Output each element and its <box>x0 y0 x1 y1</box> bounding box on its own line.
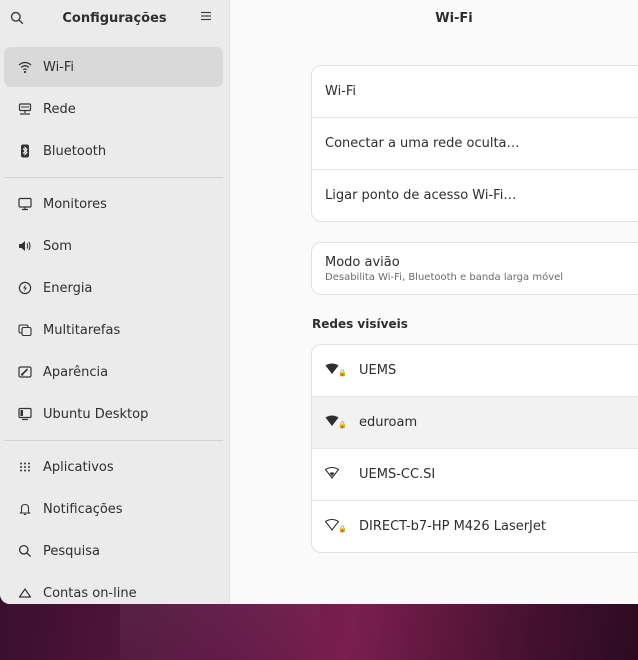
wifi-toggle-label: Wi-Fi <box>325 84 357 99</box>
sidebar-item-multitarefas[interactable]: Multitarefas <box>4 310 223 350</box>
hidden-network-label: Conectar a uma rede oculta… <box>325 136 520 151</box>
search-icon[interactable] <box>10 11 26 27</box>
sidebar-item-monitores[interactable]: Monitores <box>4 184 223 224</box>
sidebar-item-label: Som <box>43 238 72 254</box>
appearance-icon <box>16 363 34 381</box>
search-icon <box>16 542 34 560</box>
hamburger-menu-icon[interactable] <box>200 10 216 26</box>
hotspot-label: Ligar ponto de acesso Wi-Fi… <box>325 188 517 203</box>
wifi-icon <box>16 58 34 76</box>
sidebar-item-aplicativos[interactable]: Aplicativos <box>4 447 223 487</box>
network-name: UEMS-CC.SI <box>359 467 436 482</box>
speaker-icon <box>16 237 34 255</box>
bell-icon <box>16 500 34 518</box>
network-row[interactable]: 🔒 UEMS <box>312 345 638 397</box>
wifi-signal-strong-locked-icon: 🔒 <box>325 415 347 431</box>
sidebar-item-label: Monitores <box>43 196 107 212</box>
multitasking-icon <box>16 321 34 339</box>
sidebar-item-notificacoes[interactable]: Notificações <box>4 489 223 529</box>
sidebar-item-contas-online[interactable]: Contas on-line <box>4 573 223 604</box>
network-name: UEMS <box>359 363 397 378</box>
sidebar-item-label: Aparência <box>43 364 109 380</box>
wifi-page: Wi-Fi Wi-Fi Conectar a uma rede oculta… … <box>230 0 638 604</box>
monitor-icon <box>16 195 34 213</box>
sidebar-item-label: Notificações <box>43 501 123 517</box>
sidebar-item-label: Aplicativos <box>43 459 114 475</box>
sidebar-divider <box>4 177 223 178</box>
bluetooth-icon <box>16 142 34 160</box>
sidebar-header: Configurações <box>0 0 229 40</box>
sidebar-item-som[interactable]: Som <box>4 226 223 266</box>
sidebar-item-label: Wi-Fi <box>43 59 75 75</box>
airplane-mode-label: Modo avião <box>325 254 400 270</box>
sidebar-list: Wi-Fi Rede Bluetooth Monitores Som Energ… <box>0 47 229 604</box>
sidebar-item-label: Energia <box>43 280 93 296</box>
hidden-network-row[interactable]: Conectar a uma rede oculta… <box>312 118 638 170</box>
visible-networks-heading: Redes visíveis <box>312 317 408 331</box>
network-name: eduroam <box>359 415 418 430</box>
sidebar-item-label: Pesquisa <box>43 543 100 559</box>
sidebar-item-rede[interactable]: Rede <box>4 89 223 129</box>
sidebar-item-label: Rede <box>43 101 76 117</box>
sidebar-item-label: Ubuntu Desktop <box>43 406 149 422</box>
sidebar-item-energia[interactable]: Energia <box>4 268 223 308</box>
hotspot-row[interactable]: Ligar ponto de acesso Wi-Fi… <box>312 170 638 221</box>
power-icon <box>16 279 34 297</box>
sidebar-item-pesquisa[interactable]: Pesquisa <box>4 531 223 571</box>
sidebar-item-label: Bluetooth <box>43 143 107 159</box>
sidebar-item-label: Multitarefas <box>43 322 121 338</box>
desktop-wallpaper <box>0 600 638 660</box>
airplane-mode-row[interactable]: Modo avião Desabilita Wi-Fi, Bluetooth e… <box>312 243 638 294</box>
sidebar: Configurações Wi-Fi Rede Bluetooth Monit… <box>0 0 230 604</box>
network-row[interactable]: UEMS-CC.SI <box>312 449 638 501</box>
sidebar-item-wifi[interactable]: Wi-Fi <box>4 47 223 87</box>
airplane-mode-description: Desabilita Wi-Fi, Bluetooth e banda larg… <box>325 271 564 283</box>
sidebar-title: Configurações <box>62 11 167 26</box>
network-icon <box>16 100 34 118</box>
wifi-toggle-row[interactable]: Wi-Fi <box>312 66 638 118</box>
apps-grid-icon <box>16 458 34 476</box>
network-row[interactable]: 🔒 DIRECT-b7-HP M426 LaserJet <box>312 501 638 552</box>
cloud-icon <box>16 584 34 602</box>
airplane-mode-card: Modo avião Desabilita Wi-Fi, Bluetooth e… <box>312 243 638 294</box>
networks-list: 🔒 UEMS 🔒 eduroam UEMS-CC.SI 🔒 DIRECT-b7-… <box>312 345 638 552</box>
wifi-signal-weak-icon <box>324 466 347 483</box>
ubuntu-desktop-icon <box>16 405 34 423</box>
network-name: DIRECT-b7-HP M426 LaserJet <box>359 519 546 534</box>
wifi-signal-weak-locked-icon: 🔒 <box>324 518 347 535</box>
settings-window: Configurações Wi-Fi Rede Bluetooth Monit… <box>0 0 638 604</box>
sidebar-divider <box>4 440 223 441</box>
wifi-options-card: Wi-Fi Conectar a uma rede oculta… Ligar … <box>312 66 638 221</box>
sidebar-item-label: Contas on-line <box>43 585 137 601</box>
sidebar-item-bluetooth[interactable]: Bluetooth <box>4 131 223 171</box>
network-row[interactable]: 🔒 eduroam <box>312 397 638 449</box>
page-title: Wi-Fi <box>435 11 473 26</box>
sidebar-item-ubuntu-desktop[interactable]: Ubuntu Desktop <box>4 394 223 434</box>
wifi-signal-strong-locked-icon: 🔒 <box>325 363 347 379</box>
sidebar-item-aparencia[interactable]: Aparência <box>4 352 223 392</box>
